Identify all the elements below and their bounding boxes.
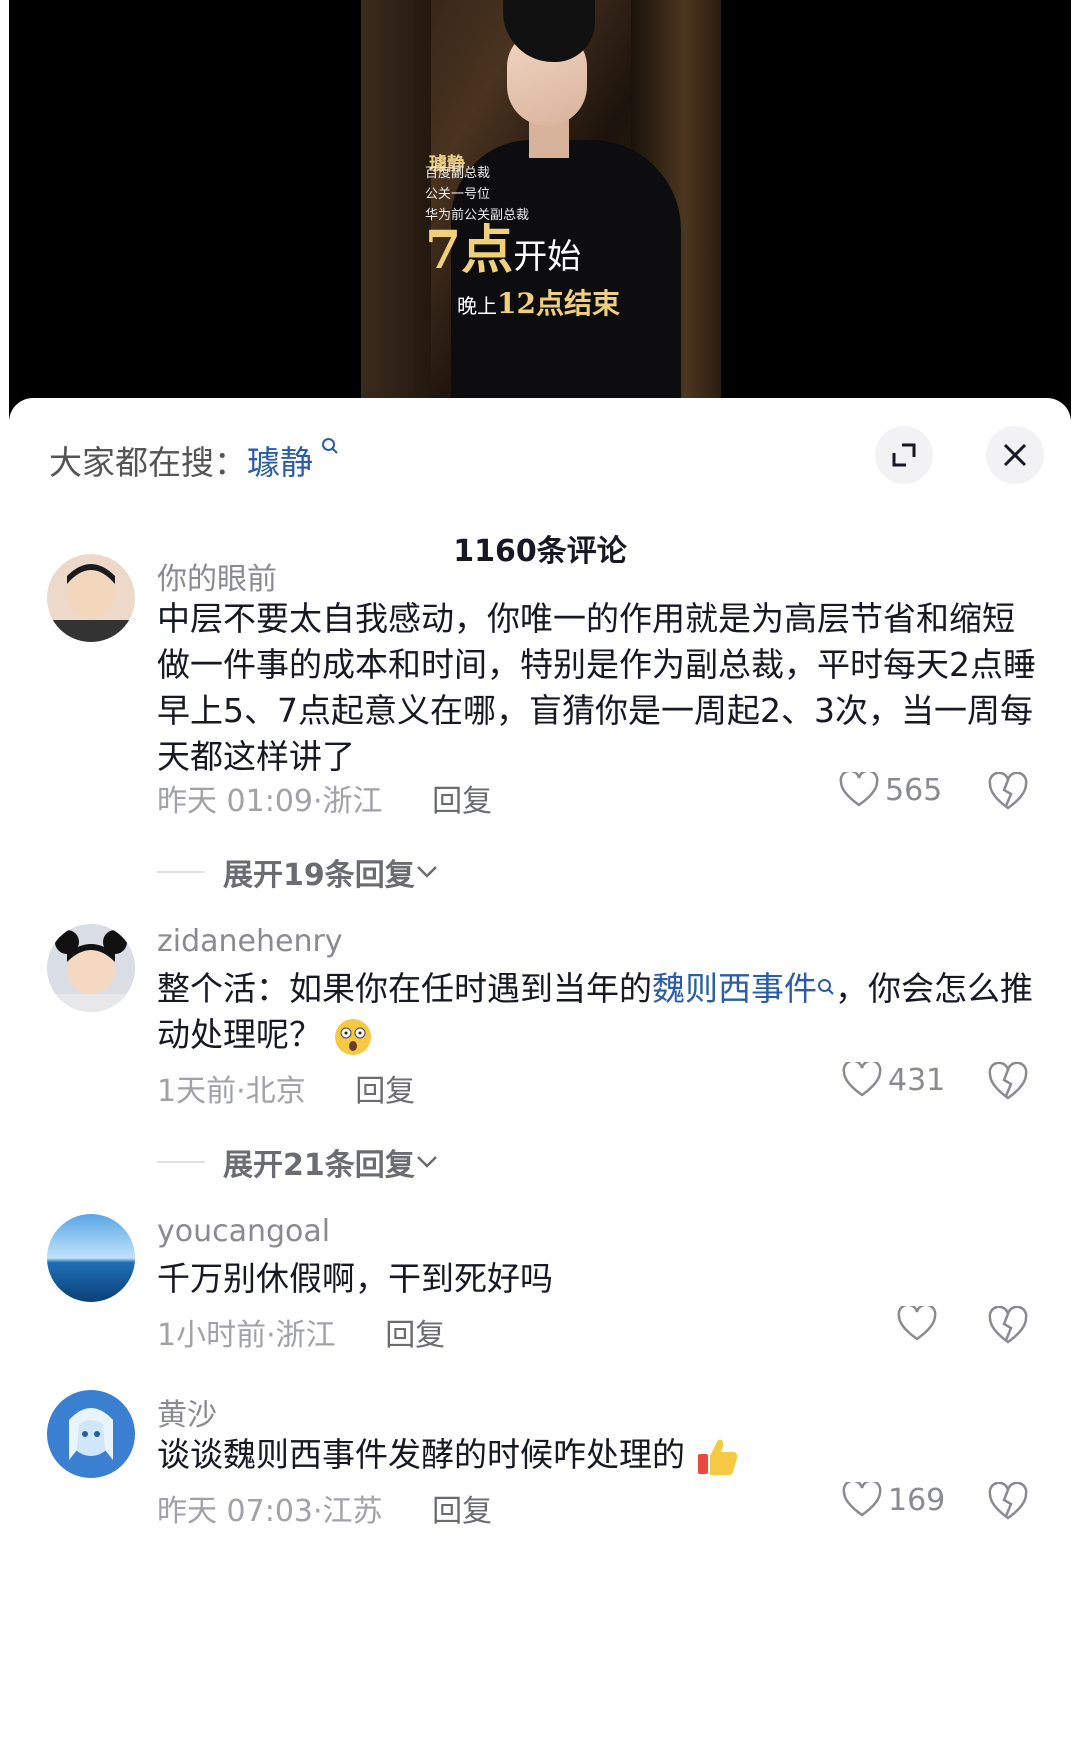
like-button[interactable]: 431 <box>842 1062 945 1098</box>
thumbs-up-icon <box>697 1439 737 1475</box>
dislike-button[interactable] <box>987 1061 1029 1104</box>
like-count: 565 <box>885 772 943 808</box>
comment-username[interactable]: youcangoal <box>157 1214 330 1249</box>
chevron-down-icon <box>416 866 437 878</box>
trending-search-term[interactable]: 璩静 <box>247 443 313 482</box>
video-overlay-title: 百度副总裁 <box>425 166 491 181</box>
divider <box>157 1161 205 1163</box>
comment-meta: 1天前·北京 回复 <box>157 1074 416 1109</box>
like-count: 431 <box>888 1062 946 1098</box>
comment-text: 谈谈魏则西事件发酵的时候咋处理的 <box>157 1432 1037 1478</box>
reply-button[interactable]: 回复 <box>432 1494 492 1529</box>
comment-username[interactable]: 黄沙 <box>157 1390 217 1434</box>
comment-time: 1小时前 <box>157 1318 267 1353</box>
comment-location: 浙江 <box>275 1318 336 1353</box>
video-overlay-end-time: 12点结束 <box>497 287 620 320</box>
comment-meta: 1小时前·浙江 回复 <box>157 1318 446 1353</box>
emoji-icon <box>334 1018 371 1055</box>
comment-meta: 昨天 07:03·江苏 回复 <box>157 1494 493 1529</box>
like-button[interactable]: 169 <box>842 1482 945 1518</box>
comment-sheet: 大家都在搜：璩静 1160条评论 你的眼前 中层不要太自我感动，你唯一的作用就是… <box>9 398 1071 1756</box>
comment-username[interactable]: 你的眼前 <box>157 554 277 598</box>
comment-meta: 昨天 01:09·浙江 回复 <box>157 784 493 819</box>
video-overlay-start: 7点开始 <box>425 225 581 277</box>
search-icon <box>817 977 835 1001</box>
avatar[interactable] <box>47 554 135 642</box>
video-frame: 璩静 百度副总裁 公关一号位 华为前公关副总裁 7点开始 晚上12点结束 <box>361 0 721 400</box>
avatar[interactable] <box>47 1390 135 1478</box>
heart-icon <box>842 1482 882 1517</box>
comment-location: 北京 <box>245 1074 306 1109</box>
like-button[interactable] <box>897 1306 937 1342</box>
expand-replies[interactable]: 展开19条回复 <box>157 850 439 894</box>
expand-replies[interactable]: 展开21条回复 <box>157 1140 439 1184</box>
trending-search[interactable]: 大家都在搜：璩静 <box>49 436 339 484</box>
close-icon <box>1003 443 1027 467</box>
video-overlay-start-tail: 开始 <box>513 237 582 277</box>
comment-time: 昨天 01:09 <box>157 784 313 819</box>
comment-text: 千万别休假啊，干到死好吗 <box>157 1259 553 1298</box>
video-overlay-start-time: 7点 <box>425 220 514 281</box>
like-count: 169 <box>888 1482 946 1518</box>
reply-button[interactable]: 回复 <box>432 784 492 819</box>
dislike-button[interactable] <box>987 1305 1029 1348</box>
expand-button[interactable] <box>875 426 933 484</box>
heart-icon <box>897 1306 937 1341</box>
avatar[interactable] <box>47 1214 135 1302</box>
comment-time: 1天前 <box>157 1074 237 1109</box>
reply-button[interactable]: 回复 <box>385 1318 445 1353</box>
heart-icon <box>839 772 879 807</box>
comment-location: 江苏 <box>322 1494 383 1529</box>
comment-text: 整个活：如果你在任时遇到当年的魏则西事件 ，你会怎么推动处理呢？ <box>157 966 1037 1058</box>
dislike-button[interactable] <box>987 1481 1029 1524</box>
chevron-down-icon <box>416 1156 437 1168</box>
video-overlay-end-prefix: 晚上 <box>457 294 497 318</box>
comment-text-body: 谈谈魏则西事件发酵的时候咋处理的 <box>157 1435 685 1474</box>
comment-location: 浙江 <box>322 784 383 819</box>
video-player[interactable]: 璩静 百度副总裁 公关一号位 华为前公关副总裁 7点开始 晚上12点结束 <box>9 0 1071 420</box>
divider <box>157 871 205 873</box>
comment-text: 中层不要太自我感动，你唯一的作用就是为高层节省和缩短做一件事的成本和时间，特别是… <box>157 599 1036 776</box>
comment-username[interactable]: zidanehenry <box>157 924 343 959</box>
expand-icon <box>892 443 916 467</box>
search-link[interactable]: 魏则西事件 <box>652 969 817 1008</box>
dislike-button[interactable] <box>987 771 1029 814</box>
background-panel <box>361 0 431 400</box>
expand-replies-label: 展开21条回复 <box>223 1148 415 1183</box>
broken-heart-icon <box>988 1305 1028 1344</box>
expand-replies-label: 展开19条回复 <box>223 858 415 893</box>
comment-text-before: 整个活：如果你在任时遇到当年的 <box>157 969 652 1008</box>
search-icon <box>315 436 339 460</box>
close-button[interactable] <box>986 426 1044 484</box>
video-overlay-end: 晚上12点结束 <box>457 282 620 322</box>
video-overlay-title: 公关一号位 <box>425 187 491 202</box>
broken-heart-icon <box>988 771 1028 810</box>
broken-heart-icon <box>988 1481 1028 1520</box>
trending-search-prefix: 大家都在搜： <box>49 443 247 482</box>
broken-heart-icon <box>988 1061 1028 1100</box>
like-button[interactable]: 565 <box>839 772 942 808</box>
heart-icon <box>842 1062 882 1097</box>
avatar[interactable] <box>47 924 135 1012</box>
comment-time: 昨天 07:03 <box>157 1494 313 1529</box>
reply-button[interactable]: 回复 <box>355 1074 415 1109</box>
